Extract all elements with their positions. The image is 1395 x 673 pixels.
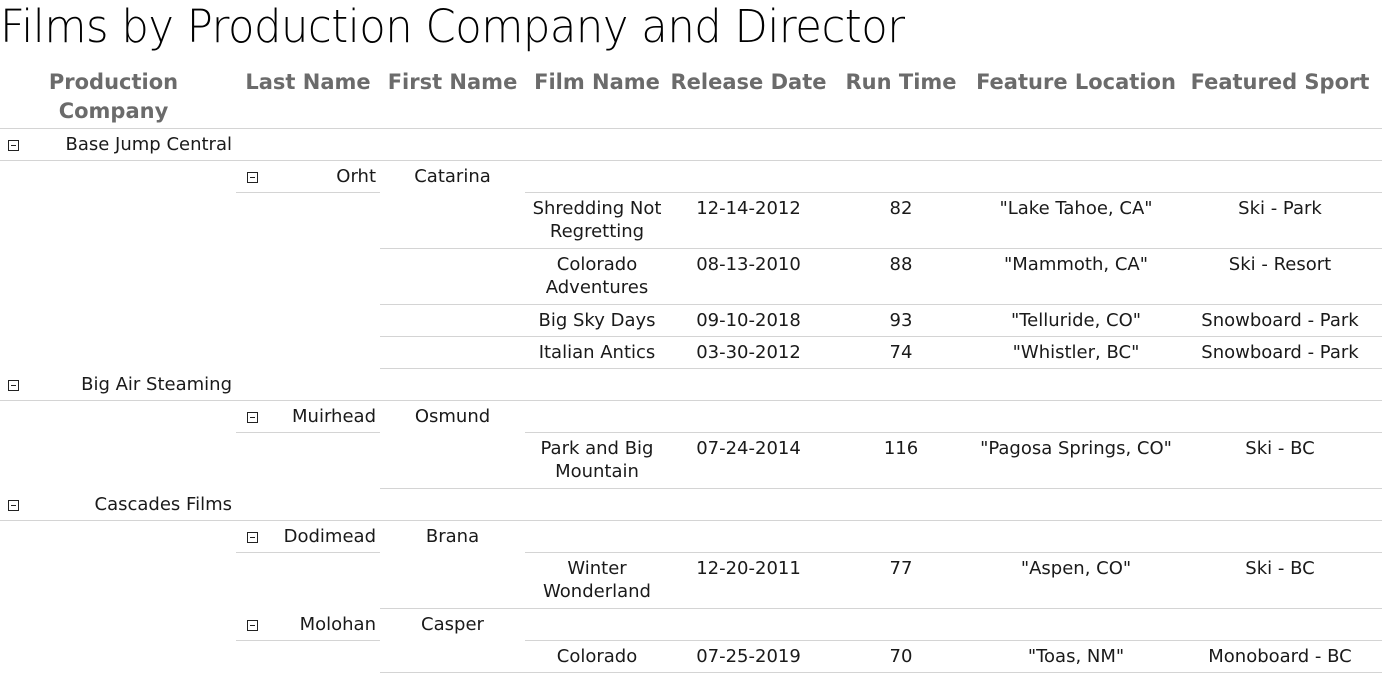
- collapse-director-toggle[interactable]: [247, 172, 258, 183]
- collapse-director-toggle[interactable]: [247, 412, 258, 423]
- run-time: 70: [889, 646, 913, 667]
- director-last-name: Orht: [336, 166, 376, 187]
- director-first-name: Brana: [425, 526, 480, 547]
- featured-sport: Ski - Resort: [1228, 254, 1332, 275]
- row-divider: [380, 304, 1382, 305]
- row-divider: [236, 552, 380, 553]
- featured-sport: Snowboard - Park: [1201, 310, 1359, 331]
- row-divider: [236, 192, 380, 193]
- row-divider: [525, 552, 1382, 553]
- featured-sport: Snowboard - Park: [1201, 342, 1359, 363]
- collapse-director-toggle[interactable]: [247, 620, 258, 631]
- film-name: Shredding Not: [532, 198, 662, 219]
- film-name: Big Sky Days: [538, 310, 656, 331]
- film-name: Park and Big: [540, 438, 654, 459]
- collapse-company-toggle[interactable]: [8, 500, 19, 511]
- film-name: Colorado: [556, 646, 638, 667]
- header-production-company[interactable]: Production Company: [36, 68, 191, 126]
- row-divider: [236, 640, 380, 641]
- report-title: Films by Production Company and Director: [0, 0, 905, 53]
- company-name: Big Air Steaming: [81, 374, 232, 395]
- featured-sport: Ski - Park: [1238, 198, 1322, 219]
- header-featured-sport[interactable]: Featured Sport: [1178, 68, 1382, 97]
- run-time: 116: [883, 438, 919, 459]
- header-first-name[interactable]: First Name: [380, 68, 525, 97]
- header-feature-location[interactable]: Feature Location: [974, 68, 1178, 97]
- run-time: 74: [889, 342, 913, 363]
- feature-location: "Mammoth, CA": [1004, 254, 1148, 275]
- film-name-line2: Mountain: [555, 461, 639, 482]
- feature-location: "Pagosa Springs, CO": [980, 438, 1172, 459]
- row-divider: [380, 248, 1382, 249]
- featured-sport: Monoboard - BC: [1208, 646, 1352, 667]
- film-name-line2: Wonderland: [543, 581, 651, 602]
- row-divider: [236, 432, 380, 433]
- company-name: Cascades Films: [94, 494, 232, 515]
- run-time: 93: [889, 310, 913, 331]
- film-name-line2: Regretting: [549, 221, 645, 242]
- collapse-company-toggle[interactable]: [8, 140, 19, 151]
- row-divider: [380, 608, 1382, 609]
- row-divider: [380, 488, 1382, 489]
- director-last-name: Molohan: [299, 614, 376, 635]
- director-first-name: Casper: [421, 614, 484, 635]
- director-last-name: Dodimead: [283, 526, 376, 547]
- row-divider: [0, 128, 1382, 129]
- header-release-date[interactable]: Release Date: [669, 68, 828, 97]
- release-date: 08-13-2010: [696, 254, 801, 275]
- row-divider: [380, 336, 1382, 337]
- run-time: 77: [889, 558, 913, 579]
- release-date: 12-14-2012: [696, 198, 801, 219]
- row-divider: [525, 640, 1382, 641]
- company-name: Base Jump Central: [65, 134, 233, 155]
- director-first-name: Osmund: [414, 406, 491, 427]
- row-divider: [0, 520, 1382, 521]
- release-date: 03-30-2012: [696, 342, 801, 363]
- collapse-company-toggle[interactable]: [8, 380, 19, 391]
- film-name: Italian Antics: [538, 342, 656, 363]
- row-divider: [380, 368, 1382, 369]
- feature-location: "Telluride, CO": [1010, 310, 1142, 331]
- row-divider: [525, 192, 1382, 193]
- release-date: 07-25-2019: [696, 646, 801, 667]
- release-date: 12-20-2011: [696, 558, 801, 579]
- release-date: 07-24-2014: [696, 438, 801, 459]
- row-divider: [0, 160, 1382, 161]
- header-film-name[interactable]: Film Name: [525, 68, 669, 97]
- run-time: 88: [889, 254, 913, 275]
- feature-location: "Whistler, BC": [1012, 342, 1140, 363]
- film-name: Colorado: [556, 254, 638, 275]
- featured-sport: Ski - BC: [1245, 438, 1315, 459]
- collapse-director-toggle[interactable]: [247, 532, 258, 543]
- director-first-name: Catarina: [414, 166, 491, 187]
- row-divider: [525, 432, 1382, 433]
- header-last-name[interactable]: Last Name: [236, 68, 380, 97]
- feature-location: "Aspen, CO": [1020, 558, 1132, 579]
- row-divider: [0, 400, 1382, 401]
- release-date: 09-10-2018: [696, 310, 801, 331]
- header-production-company-line1: Production: [48, 70, 179, 94]
- header-run-time[interactable]: Run Time: [828, 68, 974, 97]
- featured-sport: Ski - BC: [1245, 558, 1315, 579]
- film-name-line2: Adventures: [545, 277, 649, 298]
- feature-location: "Toas, NM": [1027, 646, 1125, 667]
- run-time: 82: [889, 198, 913, 219]
- feature-location: "Lake Tahoe, CA": [999, 198, 1153, 219]
- header-production-company-line2: Company: [58, 99, 169, 123]
- film-name: Winter: [567, 558, 627, 579]
- director-last-name: Muirhead: [292, 406, 376, 427]
